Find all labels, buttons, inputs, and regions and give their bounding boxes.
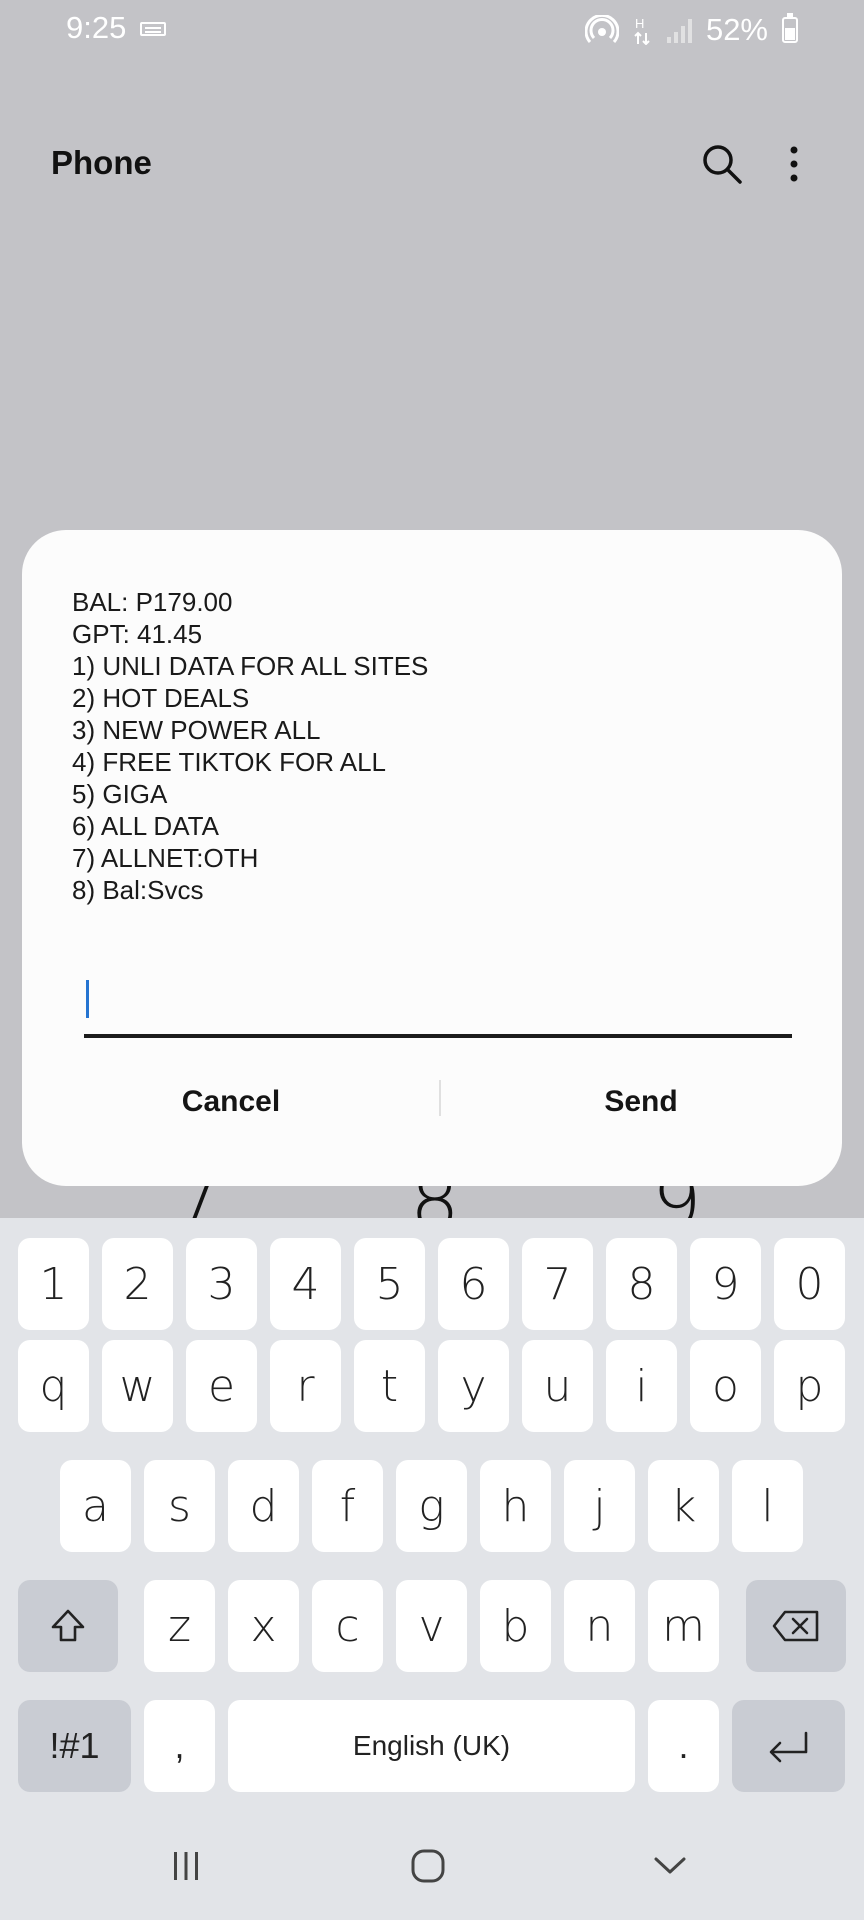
enter-key[interactable] — [732, 1700, 845, 1792]
navigation-bar — [0, 1812, 864, 1920]
status-bar: 9:25 H 52% — [0, 0, 864, 64]
backspace-icon — [772, 1610, 819, 1642]
key-k[interactable]: k — [648, 1460, 719, 1552]
key-a[interactable]: a — [60, 1460, 131, 1552]
text-caret — [86, 980, 89, 1018]
key-b[interactable]: b — [480, 1580, 551, 1672]
status-icons: H 52% — [584, 10, 798, 50]
ussd-option-6: 6) ALL DATA — [72, 811, 219, 841]
shift-icon — [51, 1609, 85, 1642]
home-icon — [411, 1849, 445, 1883]
key-j[interactable]: j — [564, 1460, 635, 1552]
ussd-input-wrap — [84, 946, 792, 1038]
symbols-key[interactable]: !#1 — [18, 1700, 131, 1792]
ussd-line-gpt: GPT: 41.45 — [72, 619, 203, 649]
app-title: Phone — [51, 144, 152, 181]
network-type-icon: H — [634, 16, 650, 45]
key-2[interactable]: 2 — [102, 1238, 173, 1330]
key-y[interactable]: y — [438, 1340, 509, 1432]
backspace-key[interactable] — [746, 1580, 846, 1672]
input-underline — [84, 1034, 792, 1038]
key-v[interactable]: v — [396, 1580, 467, 1672]
shift-key[interactable] — [18, 1580, 118, 1672]
home-button[interactable] — [398, 1836, 458, 1896]
ussd-option-5: 5) GIGA — [72, 779, 168, 809]
key-e[interactable]: e — [186, 1340, 257, 1432]
ussd-line-balance: BAL: P179.00 — [72, 587, 233, 617]
key-m[interactable]: m — [648, 1580, 719, 1672]
key-1[interactable]: 1 — [18, 1238, 89, 1330]
key-3[interactable]: 3 — [186, 1238, 257, 1330]
ussd-option-8: 8) Bal:Svcs — [72, 875, 204, 905]
period-key[interactable]: . — [648, 1700, 719, 1792]
search-icon[interactable] — [700, 142, 744, 186]
key-z[interactable]: z — [144, 1580, 215, 1672]
hide-keyboard-button[interactable] — [640, 1836, 700, 1896]
key-f[interactable]: f — [312, 1460, 383, 1552]
key-7[interactable]: 7 — [522, 1238, 593, 1330]
key-p[interactable]: p — [774, 1340, 845, 1432]
recents-button[interactable] — [156, 1836, 216, 1896]
key-0[interactable]: 0 — [774, 1238, 845, 1330]
ussd-message: BAL: P179.00 GPT: 41.45 1) UNLI DATA FOR… — [72, 586, 428, 906]
signal-icon — [666, 17, 692, 43]
key-d[interactable]: d — [228, 1460, 299, 1552]
enter-icon — [769, 1731, 807, 1763]
key-9[interactable]: 9 — [690, 1238, 761, 1330]
key-5[interactable]: 5 — [354, 1238, 425, 1330]
key-i[interactable]: i — [606, 1340, 677, 1432]
recents-icon — [174, 1852, 198, 1880]
hide-keyboard-icon — [654, 1857, 686, 1874]
key-l[interactable]: l — [732, 1460, 803, 1552]
key-8[interactable]: 8 — [606, 1238, 677, 1330]
key-s[interactable]: s — [144, 1460, 215, 1552]
ussd-option-7: 7) ALLNET:OTH — [72, 843, 259, 873]
key-h[interactable]: h — [480, 1460, 551, 1552]
comma-key[interactable]: , — [144, 1700, 215, 1792]
key-x[interactable]: x — [228, 1580, 299, 1672]
key-t[interactable]: t — [354, 1340, 425, 1432]
key-6[interactable]: 6 — [438, 1238, 509, 1330]
battery-percentage: 52% — [705, 12, 768, 47]
key-g[interactable]: g — [396, 1460, 467, 1552]
network-type-text: H — [635, 16, 644, 31]
ussd-dialog: BAL: P179.00 GPT: 41.45 1) UNLI DATA FOR… — [22, 530, 842, 1186]
key-c[interactable]: c — [312, 1580, 383, 1672]
cancel-button[interactable]: Cancel — [22, 1072, 440, 1132]
key-o[interactable]: o — [690, 1340, 761, 1432]
battery-icon — [782, 13, 798, 43]
space-key[interactable]: English (UK) — [228, 1700, 635, 1792]
ussd-option-2: 2) HOT DEALS — [72, 683, 250, 713]
status-time: 9:25 — [66, 10, 127, 45]
ussd-option-4: 4) FREE TIKTOK FOR ALL — [72, 747, 387, 777]
hotspot-icon — [584, 15, 619, 43]
key-w[interactable]: w — [102, 1340, 173, 1432]
key-4[interactable]: 4 — [270, 1238, 341, 1330]
key-n[interactable]: n — [564, 1580, 635, 1672]
key-u[interactable]: u — [522, 1340, 593, 1432]
more-vert-icon[interactable] — [779, 142, 809, 186]
send-button[interactable]: Send — [440, 1072, 842, 1132]
key-q[interactable]: q — [18, 1340, 89, 1432]
ussd-option-1: 1) UNLI DATA FOR ALL SITES — [72, 651, 429, 681]
keyboard-icon — [140, 22, 166, 36]
ussd-option-3: 3) NEW POWER ALL — [72, 715, 321, 745]
ussd-reply-input[interactable] — [84, 946, 792, 1036]
key-r[interactable]: r — [270, 1340, 341, 1432]
